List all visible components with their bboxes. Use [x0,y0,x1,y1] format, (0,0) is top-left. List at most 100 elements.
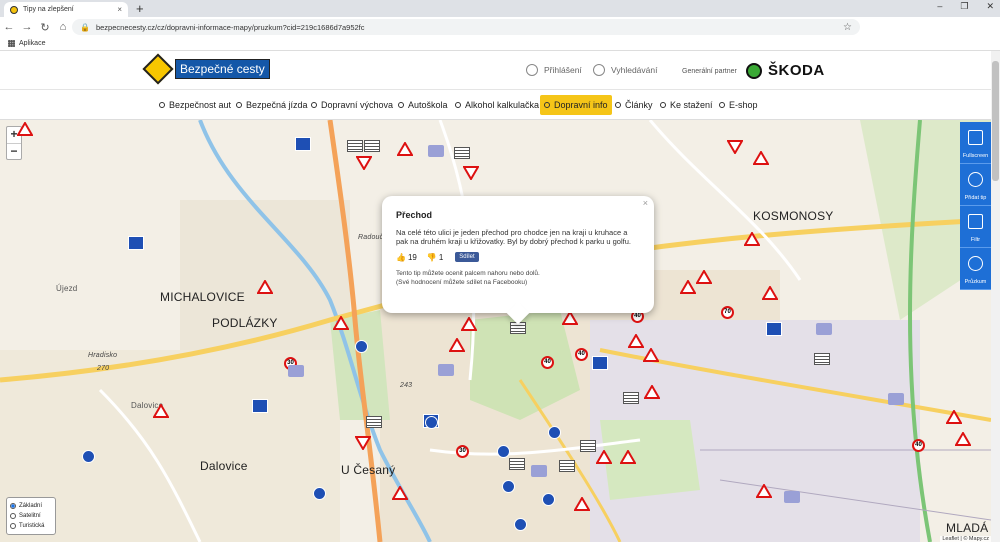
warning-sign-icon[interactable] [562,311,578,325]
map-canvas[interactable]: + − KOSMONOSY MICHALOVICE PODLÁZKY Dalov… [0,120,991,542]
thumbs-down-icon[interactable]: 👎 [427,253,437,262]
info-sign-icon[interactable] [592,356,608,370]
filter-button[interactable]: Filtr [960,206,991,248]
barrier-icon[interactable] [364,140,380,152]
warning-sign-icon[interactable] [955,432,971,446]
warning-sign-icon[interactable] [762,286,778,300]
thumbs-up-icon[interactable]: 👍 [396,253,406,262]
warning-sign-icon[interactable] [744,232,760,246]
snow-icon[interactable] [542,493,555,506]
warning-sign-icon[interactable] [628,334,644,348]
barrier-icon[interactable] [509,458,525,470]
map-attribution[interactable]: Leaflet | © Mapy.cz [940,536,991,542]
warning-sign-icon[interactable] [643,348,659,362]
police-car-icon[interactable] [428,145,444,157]
menu-item-ke-stazeni[interactable]: Ke stažení [656,95,717,115]
layer-option-basic[interactable]: Základní [10,501,52,511]
barrier-icon[interactable] [623,392,639,404]
menu-item-dopravni-vychova[interactable]: Dopravní výchova [307,95,397,115]
roundabout-icon[interactable] [548,426,561,439]
reload-icon[interactable]: ↻ [36,21,54,34]
add-tip-button[interactable]: Přidat tip [960,164,991,206]
site-logo[interactable]: Bezpečné cesty [142,53,270,85]
minimize-button[interactable]: – [937,1,942,12]
warning-sign-icon[interactable] [680,280,696,294]
warning-sign-icon[interactable] [17,122,33,136]
roundabout-icon[interactable] [497,445,510,458]
info-sign-icon[interactable] [252,399,268,413]
forward-icon[interactable]: → [18,21,36,33]
facebook-share-button[interactable]: Sdílet [455,252,479,262]
layer-option-satellite[interactable]: Satelitní [10,511,52,521]
speed-limit-sign-icon[interactable]: 70 [721,306,734,319]
give-way-sign-icon[interactable] [355,436,371,450]
info-sign-icon[interactable] [766,322,782,336]
give-way-sign-icon[interactable] [463,166,479,180]
police-car-icon[interactable] [438,364,454,376]
warning-sign-icon[interactable] [449,338,465,352]
fullscreen-button[interactable]: Fullscreen [960,122,991,164]
cycle-route-icon[interactable] [82,450,95,463]
barrier-icon[interactable] [347,140,363,152]
police-car-icon[interactable] [288,365,304,377]
warning-sign-icon[interactable] [461,317,477,331]
barrier-icon[interactable] [580,440,596,452]
warning-sign-icon[interactable] [756,484,772,498]
menu-item-e-shop[interactable]: E-shop [715,95,762,115]
roundabout-icon[interactable] [425,416,438,429]
pedestrian-icon[interactable] [514,518,527,531]
warning-sign-icon[interactable] [392,486,408,500]
info-sign-icon[interactable] [128,236,144,250]
menu-item-bezpecnost-aut[interactable]: Bezpečnost aut [155,95,235,115]
warning-sign-icon[interactable] [153,404,169,418]
roundabout-icon[interactable] [313,487,326,500]
speed-limit-sign-icon[interactable]: 40 [575,348,588,361]
menu-item-alkohol-kalkulacka[interactable]: Alkohol kalkulačka [451,95,543,115]
apps-icon[interactable] [8,40,15,47]
home-icon[interactable]: ⌂ [54,21,72,33]
login-link[interactable]: Přihlášení [526,64,582,76]
back-icon[interactable]: ← [0,21,18,33]
pedestrian-icon[interactable] [355,340,368,353]
warning-sign-icon[interactable] [596,450,612,464]
scrollbar-thumb[interactable] [992,61,999,181]
warning-sign-icon[interactable] [333,316,349,330]
address-bar[interactable]: 🔒 bezpecnecesty.cz/cz/dopravni-informace… [72,19,860,35]
barrier-icon[interactable] [366,416,382,428]
bookmark-apps[interactable]: Aplikace [19,40,45,47]
menu-item-clanky[interactable]: Články [611,95,657,115]
survey-button[interactable]: Průzkum [960,248,991,290]
search-link[interactable]: Vyhledávání [593,64,657,76]
page-scrollbar[interactable] [991,51,1000,542]
layer-option-tourist[interactable]: Turistická [10,521,52,531]
warning-sign-icon[interactable] [696,270,712,284]
bookmark-star-icon[interactable]: ☆ [843,22,852,33]
popup-close-button[interactable]: × [643,198,648,208]
police-car-icon[interactable] [816,323,832,335]
menu-item-bezpecna-jizda[interactable]: Bezpečná jízda [232,95,312,115]
police-car-icon[interactable] [531,465,547,477]
zoom-out-button[interactable]: − [7,143,21,159]
warning-sign-icon[interactable] [257,280,273,294]
browser-tab[interactable]: Tipy na zlepšení × [4,2,128,17]
info-sign-icon[interactable] [295,137,311,151]
give-way-sign-icon[interactable] [356,156,372,170]
snow-icon[interactable] [502,480,515,493]
close-window-button[interactable]: ✕ [986,1,994,12]
warning-sign-icon[interactable] [946,410,962,424]
barrier-icon[interactable] [454,147,470,159]
warning-sign-icon[interactable] [753,151,769,165]
give-way-sign-icon[interactable] [727,140,743,154]
police-car-icon[interactable] [888,393,904,405]
police-car-icon[interactable] [784,491,800,503]
warning-sign-icon[interactable] [620,450,636,464]
barrier-icon[interactable] [559,460,575,472]
speed-limit-sign-icon[interactable]: 40 [541,356,554,369]
warning-sign-icon[interactable] [644,385,660,399]
warning-sign-icon[interactable] [574,497,590,511]
new-tab-button[interactable]: + [136,1,144,16]
menu-item-dopravni-info[interactable]: Dopravní info [540,95,612,115]
partner-logo[interactable]: ŠKODA [746,62,825,79]
speed-limit-sign-icon[interactable]: 30 [456,445,469,458]
speed-limit-sign-icon[interactable]: 40 [912,439,925,452]
